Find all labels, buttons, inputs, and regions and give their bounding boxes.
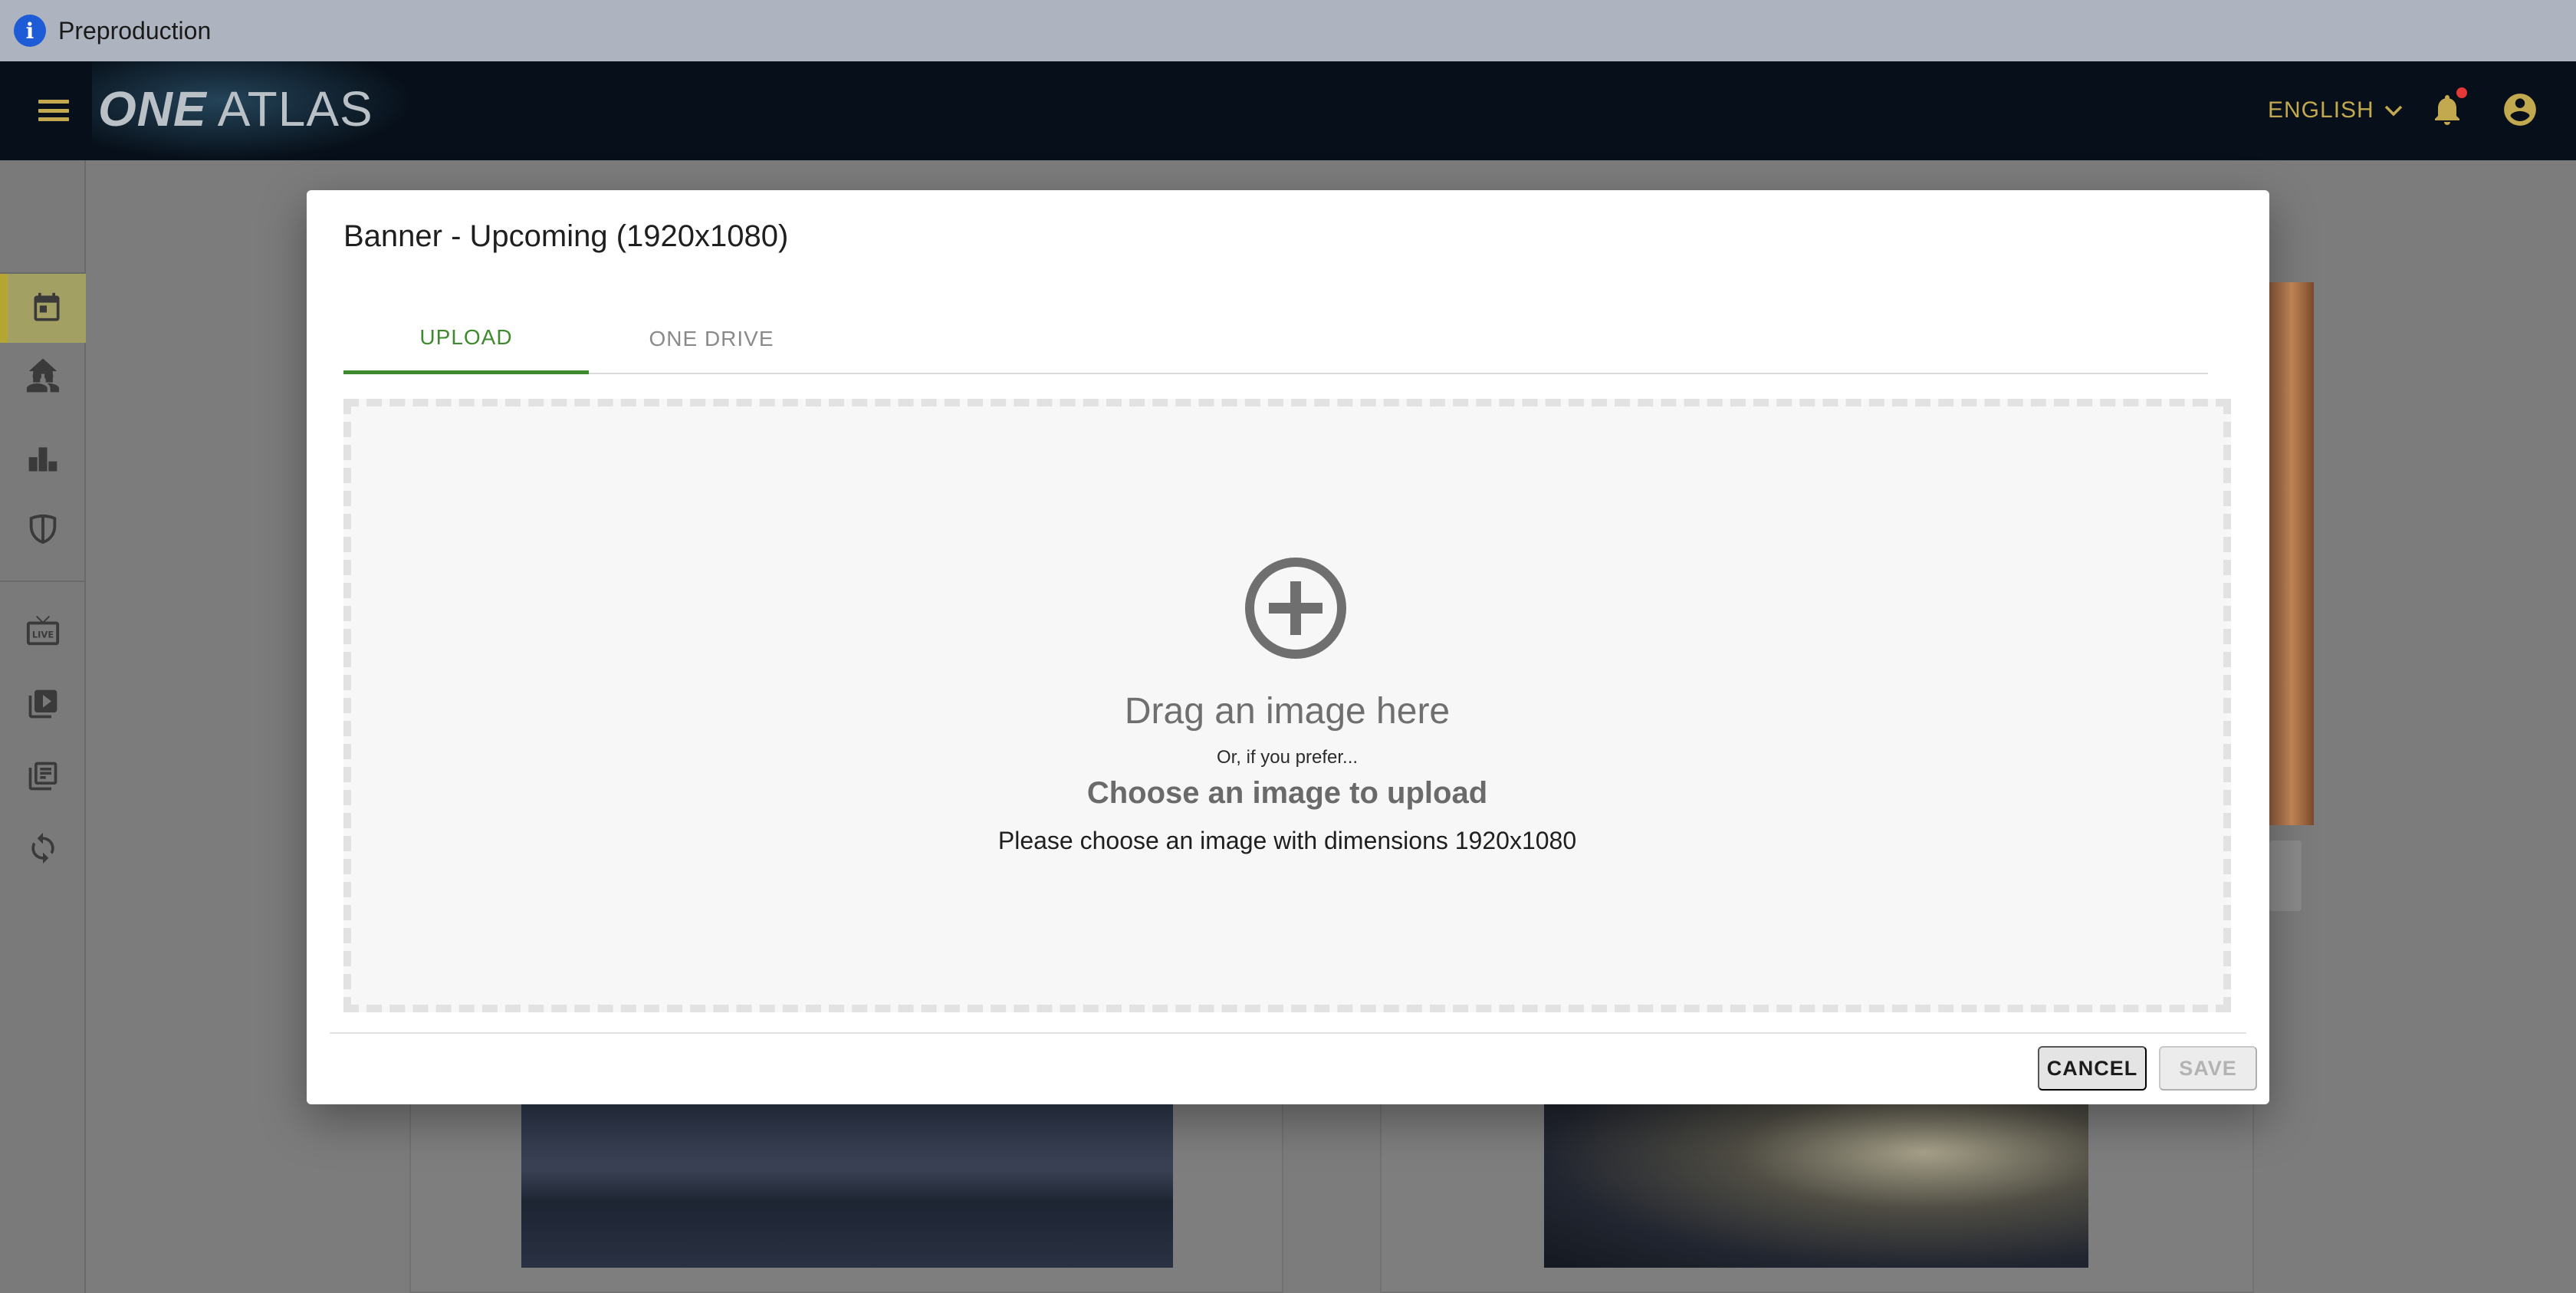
dimensions-hint: Please choose an image with dimensions 1… [997, 827, 1577, 854]
tab-one-drive[interactable]: ONE DRIVE [589, 304, 834, 374]
footer-divider [330, 1032, 2246, 1034]
save-button[interactable]: SAVE [2159, 1046, 2257, 1091]
language-selector[interactable]: ENGLISH [2268, 94, 2404, 127]
background-image-boats [521, 1103, 1173, 1268]
collections-icon [28, 762, 58, 791]
background-image-coin [1544, 1103, 2088, 1268]
chevron-down-icon [2384, 105, 2402, 117]
alternative-hint: Or, if you prefer... [1216, 747, 1359, 768]
logo-light-text: ATLAS [217, 81, 373, 137]
nav-divider [0, 581, 86, 582]
logo-bold-text: ONE [98, 81, 207, 137]
nav-item-podium[interactable] [0, 424, 86, 493]
dialog-title: Banner - Upcoming (1920x1080) [343, 219, 789, 253]
shield-icon [29, 514, 57, 545]
add-circle-icon [1245, 558, 1346, 659]
account-button[interactable] [2501, 90, 2539, 129]
environment-label: Preproduction [58, 16, 212, 44]
nav-item-videos[interactable] [0, 670, 86, 739]
image-dropzone[interactable]: Drag an image here Or, if you prefer... … [343, 399, 2231, 1012]
drag-instruction: Drag an image here [1124, 691, 1451, 732]
choose-image-link[interactable]: Choose an image to upload [351, 776, 2223, 811]
info-icon: i [14, 15, 46, 47]
cancel-button[interactable]: CANCEL [2038, 1046, 2147, 1091]
people-icon [26, 371, 60, 393]
menu-icon[interactable] [35, 94, 72, 127]
nav-item-sync[interactable] [0, 814, 86, 883]
live-tv-icon: LIVE [26, 615, 60, 646]
app-logo[interactable]: ONE ATLAS [98, 78, 373, 140]
nav-item-collections[interactable] [0, 742, 86, 811]
environment-banner: i Preproduction [0, 0, 2576, 61]
nav-item-shield[interactable] [0, 495, 86, 564]
video-library-icon [28, 689, 58, 719]
dialog-tabs: UPLOAD ONE DRIVE [343, 304, 2208, 374]
account-circle-icon [2504, 94, 2536, 126]
nav-item-people[interactable] [0, 347, 86, 416]
notifications-button[interactable] [2429, 87, 2467, 129]
podium-icon [28, 447, 58, 472]
nav-item-calendar[interactable] [0, 274, 86, 343]
top-app-bar: ONE ATLAS [0, 61, 2576, 160]
sync-icon [31, 832, 54, 864]
calendar-icon [34, 292, 60, 321]
svg-text:LIVE: LIVE [32, 630, 54, 640]
image-upload-dialog: Banner - Upcoming (1920x1080) UPLOAD ONE… [307, 190, 2269, 1104]
background-button [2269, 841, 2302, 911]
nav-item-live[interactable]: LIVE [0, 596, 86, 665]
tab-upload[interactable]: UPLOAD [343, 304, 589, 374]
notification-dot [2456, 87, 2467, 98]
side-navigation: LIVE [0, 160, 86, 1293]
language-label: ENGLISH [2268, 97, 2374, 123]
background-image-bridge [2269, 282, 2314, 825]
